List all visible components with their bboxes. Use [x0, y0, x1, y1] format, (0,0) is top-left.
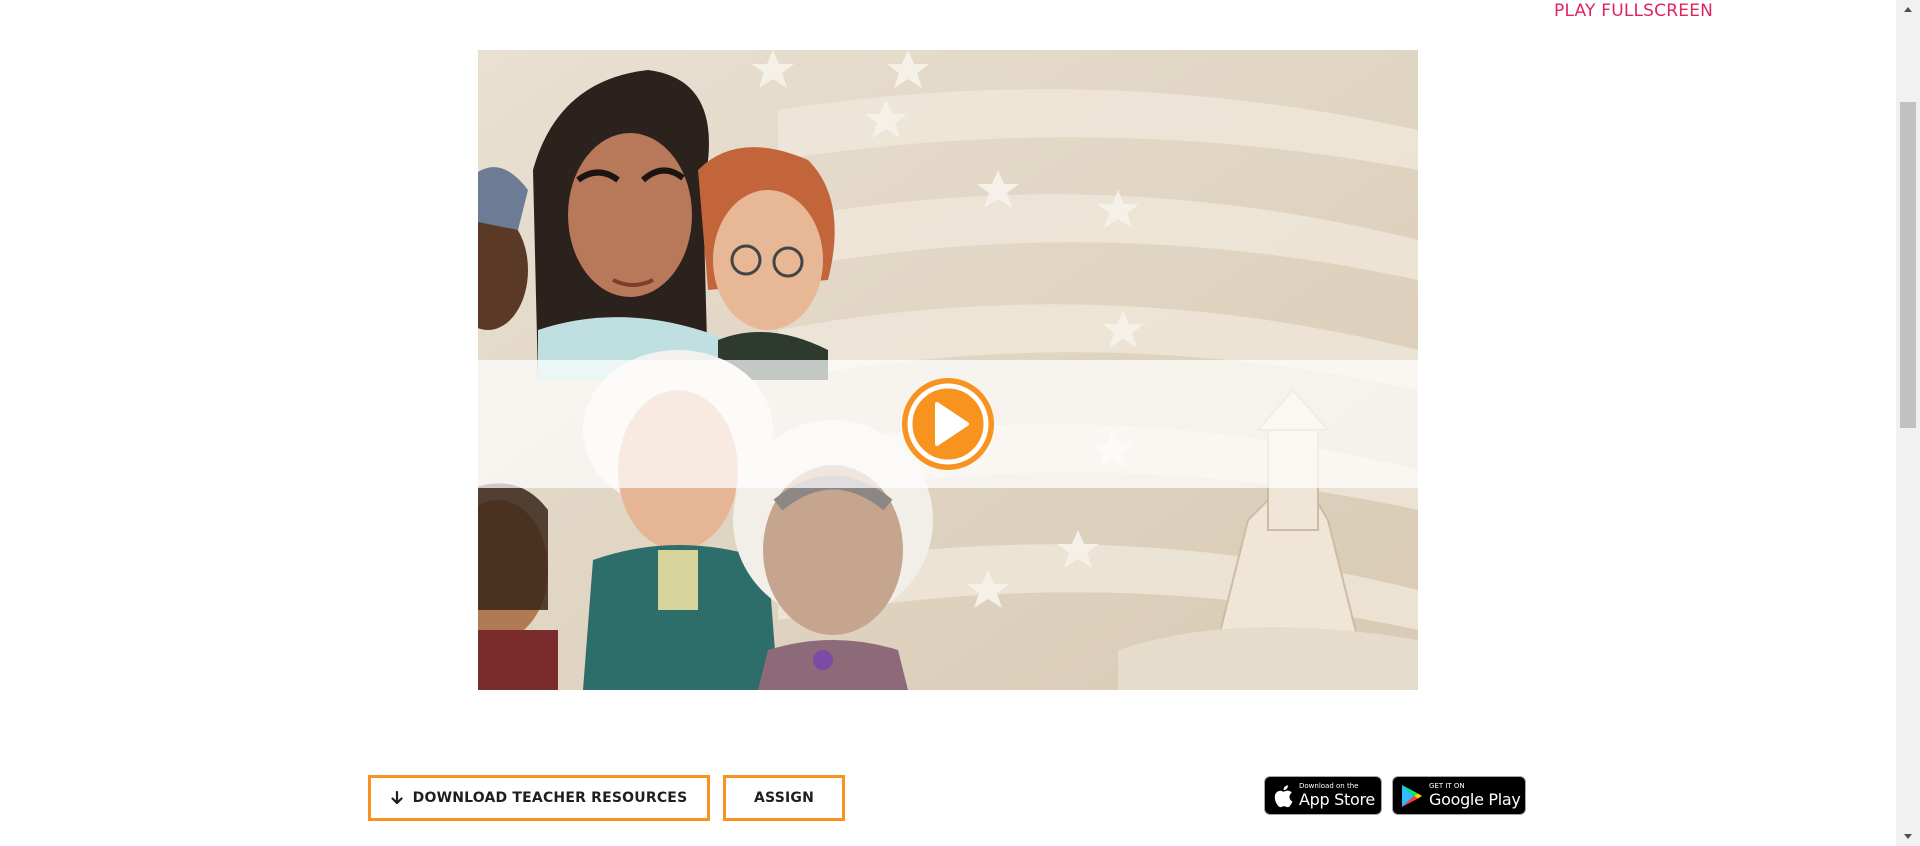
assign-button-label: ASSIGN	[754, 790, 814, 806]
scroll-up-arrow-icon[interactable]	[1896, 0, 1920, 18]
google-play-big-text: Google Play	[1429, 790, 1521, 809]
game-preview[interactable]	[478, 50, 1418, 690]
app-store-small-text: Download on the	[1299, 782, 1359, 790]
app-store-big-text: App Store	[1299, 790, 1375, 809]
download-button-label: DOWNLOAD TEACHER RESOURCES	[412, 790, 688, 806]
scrollbar-thumb[interactable]	[1900, 102, 1916, 428]
scroll-down-arrow-icon[interactable]	[1896, 828, 1920, 846]
download-teacher-resources-button[interactable]: DOWNLOAD TEACHER RESOURCES	[368, 775, 710, 821]
play-icon	[907, 383, 989, 465]
play-fullscreen-link[interactable]: PLAY FULLSCREEN	[1554, 0, 1713, 22]
google-play-icon	[1401, 784, 1423, 808]
google-play-small-text: GET IT ON	[1429, 782, 1465, 790]
play-button[interactable]	[902, 378, 994, 470]
download-arrow-icon	[391, 791, 403, 805]
google-play-badge[interactable]: GET IT ON Google Play	[1392, 776, 1526, 815]
page: PLAY FULLSCREEN DOWNLOAD TEACHER RESOURC…	[0, 0, 1920, 846]
assign-button[interactable]: ASSIGN	[723, 775, 845, 821]
app-store-badge[interactable]: Download on the App Store	[1264, 776, 1382, 815]
apple-icon	[1273, 784, 1293, 808]
vertical-scrollbar[interactable]	[1896, 0, 1920, 846]
